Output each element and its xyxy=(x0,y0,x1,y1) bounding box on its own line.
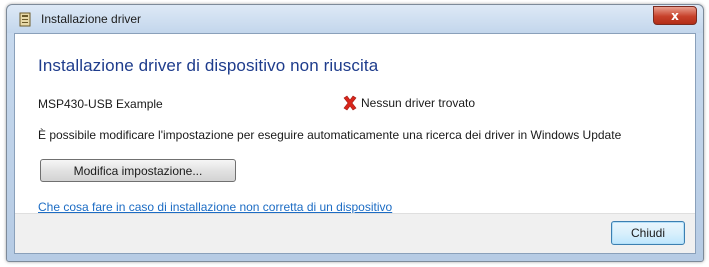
info-text: È possibile modificare l'impostazione pe… xyxy=(38,128,622,142)
page-title: Installazione driver di dispositivo non … xyxy=(38,56,379,75)
help-link[interactable]: Che cosa fare in caso di installazione n… xyxy=(38,200,392,214)
device-installer-icon xyxy=(17,11,33,27)
dialog-window: Installazione driver x Installazione dri… xyxy=(6,4,704,262)
dialog-footer: Chiudi xyxy=(15,213,695,253)
window-close-button[interactable]: x xyxy=(653,6,697,25)
driver-status-text: Nessun driver trovato xyxy=(361,96,476,110)
device-name: MSP430-USB Example xyxy=(38,97,163,111)
driver-status: Nessun driver trovato xyxy=(342,95,475,111)
close-icon: x xyxy=(671,8,679,23)
window-title: Installazione driver xyxy=(41,12,142,26)
modify-settings-button[interactable]: Modifica impostazione... xyxy=(40,159,236,182)
title-bar[interactable]: Installazione driver x xyxy=(7,5,703,33)
dialog-content: Installazione driver di dispositivo non … xyxy=(14,33,696,254)
error-x-icon xyxy=(343,95,357,111)
close-button[interactable]: Chiudi xyxy=(611,221,685,245)
